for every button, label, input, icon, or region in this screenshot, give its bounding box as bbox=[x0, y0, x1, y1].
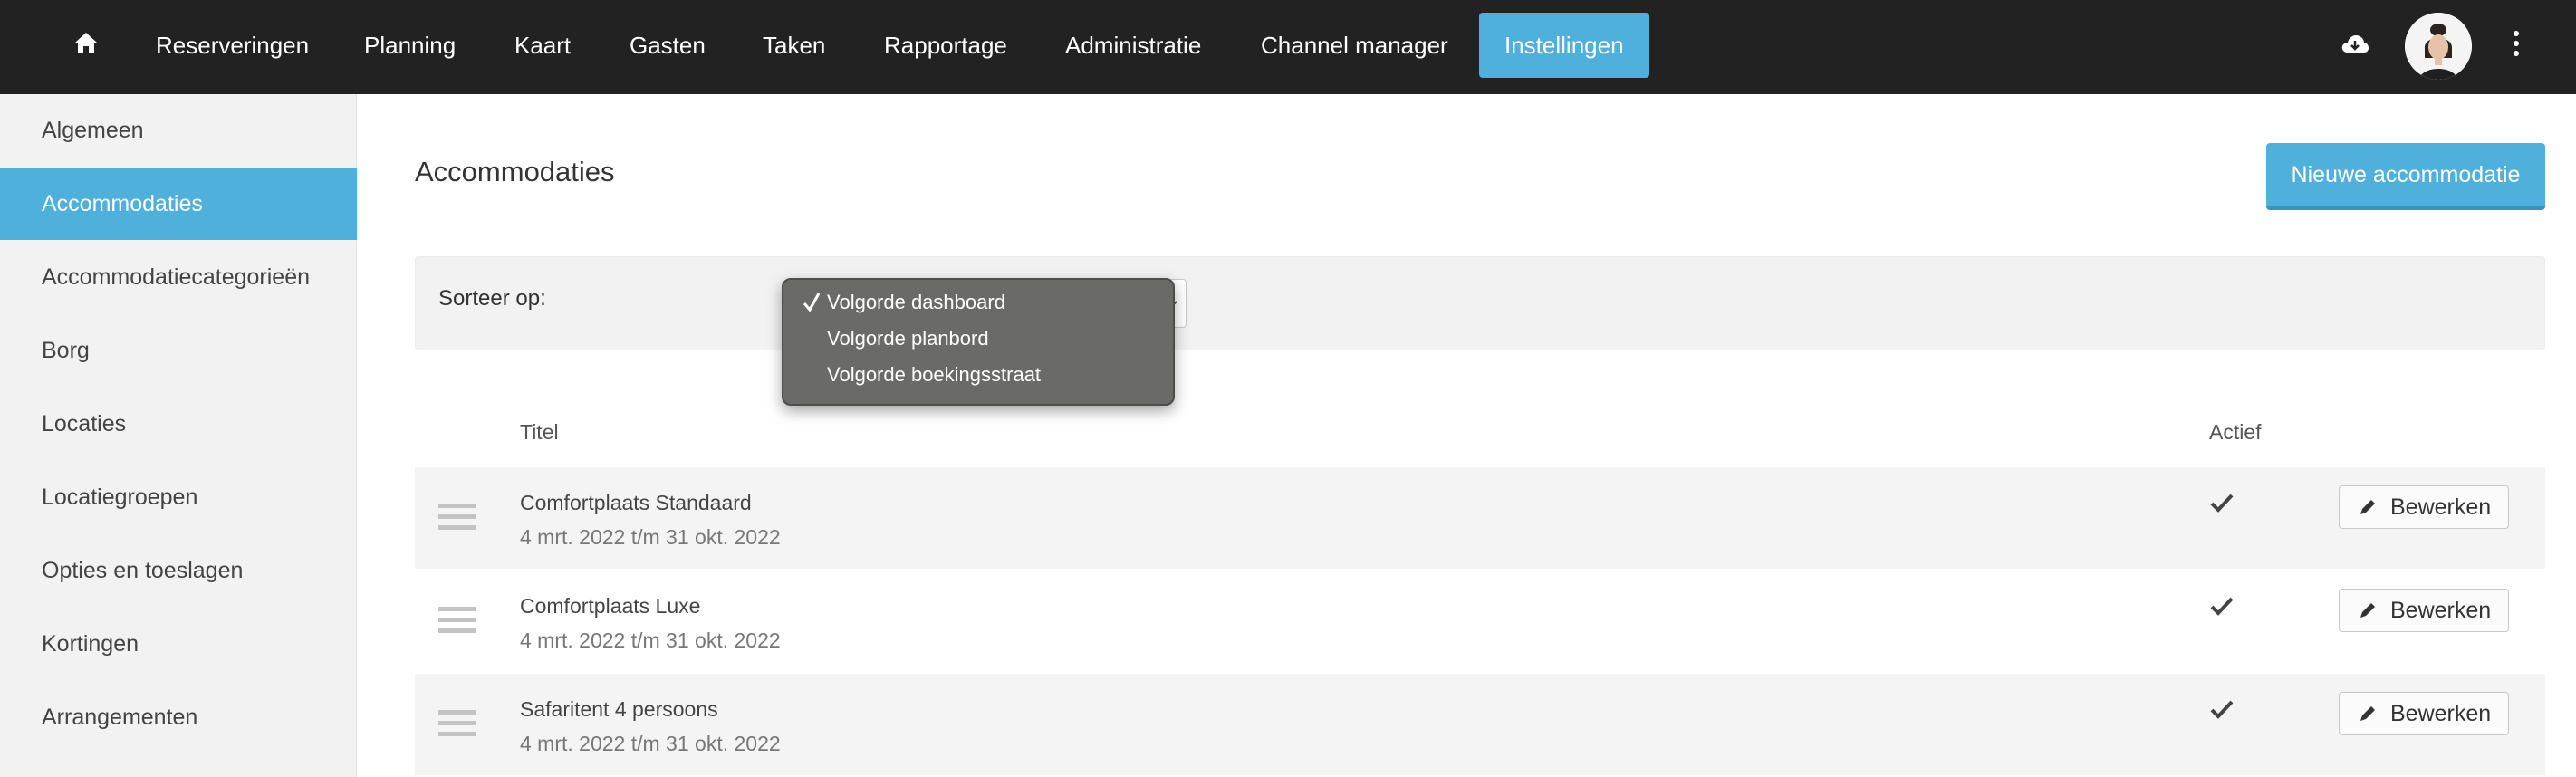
table-row: Comfortplaats Standaard 4 mrt. 2022 t/m … bbox=[415, 467, 2545, 569]
sidebar-item-locatiegroepen[interactable]: Locatiegroepen bbox=[0, 461, 357, 533]
sort-panel: Sorteer op: bbox=[415, 256, 2545, 350]
nav-reserveringen[interactable]: Reserveringen bbox=[156, 13, 309, 78]
nav-taken[interactable]: Taken bbox=[763, 13, 825, 78]
kebab-menu-icon[interactable] bbox=[2509, 31, 2523, 58]
sidebar-item-arrangementen[interactable]: Arrangementen bbox=[0, 681, 357, 753]
settings-sidebar: Algemeen Accommodaties Accommodatiecateg… bbox=[0, 94, 357, 777]
nav-instellingen[interactable]: Instellingen bbox=[1479, 13, 1649, 78]
avatar[interactable] bbox=[2405, 13, 2472, 80]
nav-gasten[interactable]: Gasten bbox=[630, 13, 706, 78]
row-title: Safaritent 4 persoons bbox=[520, 697, 718, 721]
sort-option-planbord[interactable]: Volgorde planbord bbox=[827, 321, 989, 357]
column-header-actief: Actief bbox=[2209, 420, 2262, 444]
active-check-icon bbox=[2210, 700, 2234, 719]
sidebar-item-accommodatiecategorieen[interactable]: Accommodatiecategorieën bbox=[0, 241, 357, 313]
page-title: Accommodaties bbox=[415, 156, 615, 187]
nav-administratie[interactable]: Administratie bbox=[1065, 13, 1201, 78]
row-dates: 4 mrt. 2022 t/m 31 okt. 2022 bbox=[520, 525, 781, 549]
sort-option-boekingsstraat[interactable]: Volgorde boekingsstraat bbox=[827, 357, 1041, 393]
pencil-icon bbox=[2360, 500, 2375, 514]
row-dates: 4 mrt. 2022 t/m 31 okt. 2022 bbox=[520, 628, 781, 652]
home-icon[interactable] bbox=[72, 29, 100, 56]
nav-kaart[interactable]: Kaart bbox=[514, 13, 571, 78]
sidebar-item-opties-en-toeslagen[interactable]: Opties en toeslagen bbox=[0, 534, 357, 607]
edit-button[interactable]: Bewerken bbox=[2339, 589, 2509, 632]
drag-handle-icon[interactable] bbox=[438, 504, 476, 532]
cloud-download-icon[interactable] bbox=[2341, 33, 2369, 56]
active-check-icon bbox=[2210, 597, 2234, 616]
nav-channel-manager[interactable]: Channel manager bbox=[1261, 13, 1448, 78]
pencil-icon bbox=[2360, 603, 2375, 618]
top-navbar: Reserveringen Planning Kaart Gasten Take… bbox=[0, 0, 2576, 94]
row-title: Comfortplaats Standaard bbox=[520, 491, 752, 514]
table-row: Safaritent 4 persoons 4 mrt. 2022 t/m 31… bbox=[415, 674, 2545, 775]
sort-option-dashboard[interactable]: Volgorde dashboard bbox=[827, 284, 1005, 321]
row-dates: 4 mrt. 2022 t/m 31 okt. 2022 bbox=[520, 732, 781, 755]
drag-handle-icon[interactable] bbox=[438, 710, 476, 739]
pencil-icon bbox=[2360, 706, 2375, 721]
column-header-titel: Titel bbox=[520, 420, 559, 444]
active-check-icon bbox=[2210, 494, 2234, 513]
sidebar-item-locaties[interactable]: Locaties bbox=[0, 388, 357, 460]
user-avatar-icon bbox=[2405, 13, 2472, 80]
sidebar-item-kortingen[interactable]: Kortingen bbox=[0, 608, 357, 680]
sidebar-item-algemeen[interactable]: Algemeen bbox=[0, 94, 357, 167]
sort-dropdown-menu: Volgorde dashboard Volgorde planbord Vol… bbox=[782, 278, 1175, 406]
sidebar-item-borg[interactable]: Borg bbox=[0, 314, 357, 387]
table-row: Comfortplaats Luxe 4 mrt. 2022 t/m 31 ok… bbox=[415, 571, 2545, 672]
drag-handle-icon[interactable] bbox=[438, 607, 476, 636]
new-accommodation-button[interactable]: Nieuwe accommodatie bbox=[2266, 143, 2545, 210]
row-title: Comfortplaats Luxe bbox=[520, 594, 701, 618]
sort-label: Sorteer op: bbox=[438, 286, 546, 311]
check-icon bbox=[803, 293, 821, 312]
sidebar-item-accommodaties[interactable]: Accommodaties bbox=[0, 168, 357, 240]
nav-planning[interactable]: Planning bbox=[364, 13, 456, 78]
edit-button[interactable]: Bewerken bbox=[2339, 692, 2509, 735]
nav-rapportage[interactable]: Rapportage bbox=[884, 13, 1007, 78]
edit-button[interactable]: Bewerken bbox=[2339, 485, 2509, 529]
